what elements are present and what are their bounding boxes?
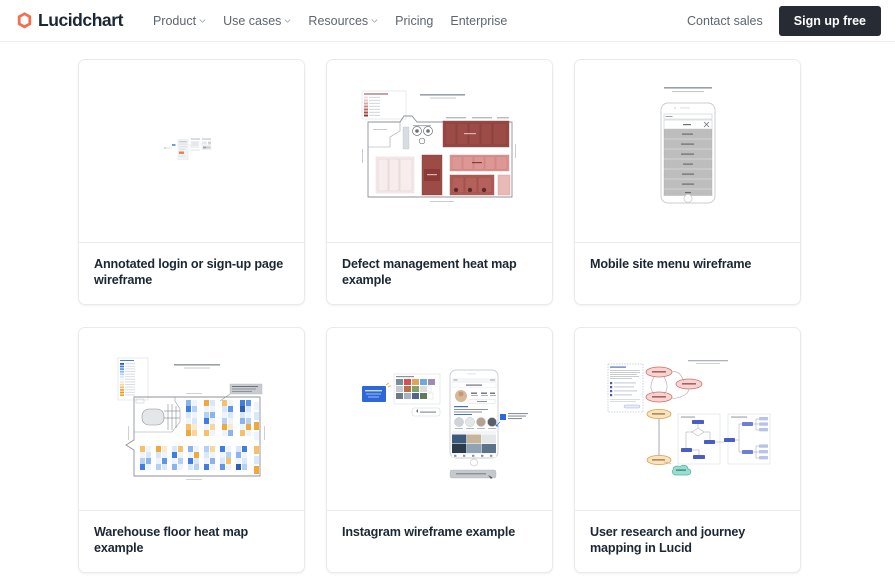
instagram-wireframe-thumbnail — [327, 328, 552, 512]
template-card[interactable]: Instagram wireframe example — [326, 327, 553, 574]
annotated-login-wireframe-thumbnail — [79, 60, 304, 243]
nav-item-resources[interactable]: Resources — [308, 14, 378, 28]
sign-up-free-button[interactable]: Sign up free — [778, 5, 881, 36]
primary-nav-links: Product Use cases Resources Pricing Ente… — [153, 14, 507, 28]
lucidchart-logo[interactable]: Lucidchart — [16, 10, 123, 31]
nav-item-label: Resources — [308, 13, 369, 28]
lucid-cube-icon — [16, 11, 33, 30]
logo-wordmark: Lucidchart — [38, 10, 123, 30]
template-card[interactable]: Annotated login or sign-up page wirefram… — [78, 59, 305, 306]
warehouse-floor-heat-map-thumbnail — [79, 328, 304, 512]
template-card[interactable]: User research and journey mapping in Luc… — [574, 327, 801, 574]
nav-item-label: Enterprise — [450, 13, 508, 28]
chevron-down-icon — [371, 18, 378, 23]
template-card[interactable]: Mobile site menu wireframe — [574, 59, 801, 306]
template-card-grid: Annotated login or sign-up page wirefram… — [78, 59, 817, 574]
chevron-down-icon — [284, 18, 291, 23]
card-title: User research and journey mapping in Luc… — [590, 525, 746, 556]
nav-item-enterprise[interactable]: Enterprise — [450, 14, 507, 28]
card-title: Mobile site menu wireframe — [590, 257, 752, 271]
template-card[interactable]: Warehouse floor heat map example — [78, 327, 305, 574]
template-card[interactable]: Defect management heat map example — [326, 59, 553, 306]
card-title: Annotated login or sign-up page wirefram… — [94, 257, 284, 288]
card-title: Instagram wireframe example — [342, 525, 516, 540]
mobile-phone-menu-wireframe-thumbnail — [575, 60, 800, 243]
nav-item-label: Product — [152, 13, 197, 28]
chevron-down-icon — [199, 18, 206, 23]
nav-item-product[interactable]: Product — [153, 14, 206, 28]
nav-actions: Contact sales Sign up free — [687, 5, 881, 36]
nav-item-use-cases[interactable]: Use cases — [223, 14, 291, 28]
nav-item-pricing[interactable]: Pricing — [395, 14, 433, 28]
top-navigation-bar: Lucidchart Product Use cases Resources P… — [0, 0, 895, 42]
nav-item-label: Use cases — [223, 13, 282, 28]
card-title: Warehouse floor heat map example — [94, 525, 249, 556]
template-gallery: Annotated login or sign-up page wirefram… — [0, 42, 895, 574]
contact-sales-link[interactable]: Contact sales — [687, 14, 763, 28]
nav-item-label: Pricing — [395, 13, 434, 28]
user-research-journey-map-thumbnail — [575, 328, 800, 512]
card-title: Defect management heat map example — [342, 257, 517, 288]
defect-heat-map-floorplan-thumbnail — [327, 60, 552, 243]
